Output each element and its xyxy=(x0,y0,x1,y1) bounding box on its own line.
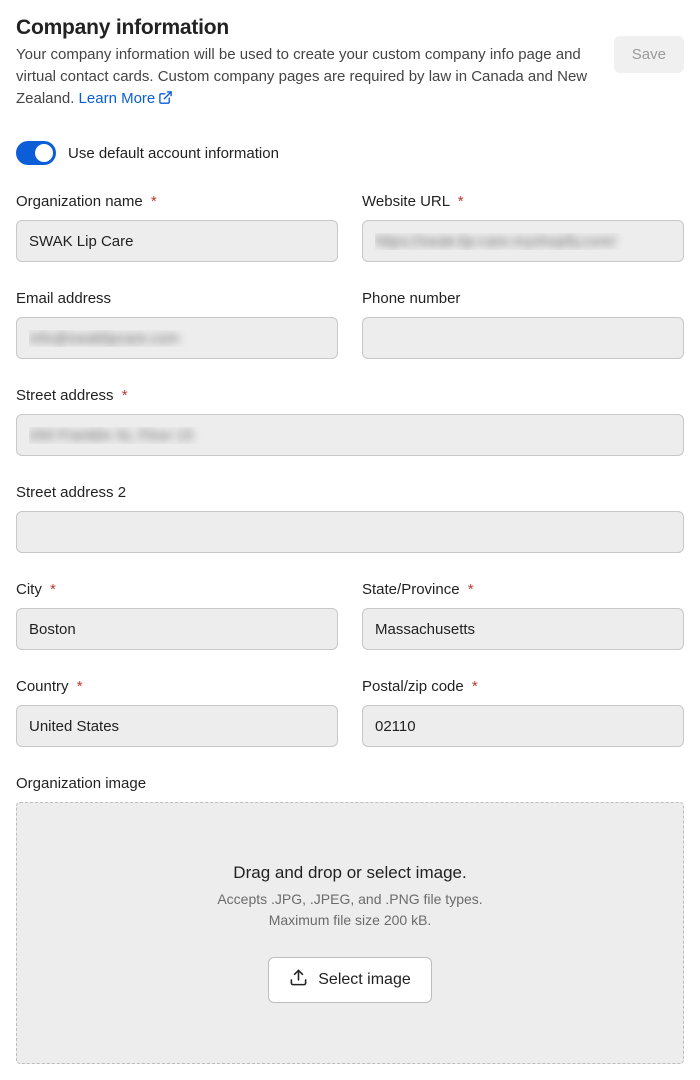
save-button[interactable]: Save xyxy=(614,36,684,73)
required-marker: * xyxy=(122,387,128,404)
label-text: Website URL xyxy=(362,193,450,210)
org-image-dropzone[interactable]: Drag and drop or select image. Accepts .… xyxy=(16,802,684,1064)
street2-label: Street address 2 xyxy=(16,484,684,501)
label-text: Country xyxy=(16,678,69,695)
country-label: Country * xyxy=(16,678,338,695)
phone-label: Phone number xyxy=(362,290,684,307)
required-marker: * xyxy=(50,581,56,598)
page-title: Company information xyxy=(16,16,598,40)
page-subtitle: Your company information will be used to… xyxy=(16,44,598,111)
learn-more-link[interactable]: Learn More xyxy=(79,90,174,107)
label-text: Organization name xyxy=(16,193,143,210)
label-text: State/Province xyxy=(362,581,460,598)
city-label: City * xyxy=(16,581,338,598)
use-default-toggle[interactable] xyxy=(16,141,56,165)
required-marker: * xyxy=(458,193,464,210)
postal-input[interactable] xyxy=(362,705,684,747)
country-input[interactable] xyxy=(16,705,338,747)
required-marker: * xyxy=(468,581,474,598)
label-text: Postal/zip code xyxy=(362,678,464,695)
external-link-icon xyxy=(158,90,173,112)
toggle-knob xyxy=(35,144,53,162)
state-input[interactable] xyxy=(362,608,684,650)
use-default-toggle-label: Use default account information xyxy=(68,145,279,162)
upload-icon xyxy=(289,968,308,992)
required-marker: * xyxy=(77,678,83,695)
phone-input[interactable] xyxy=(362,317,684,359)
org-name-input[interactable] xyxy=(16,220,338,262)
dropzone-accepts: Accepts .JPG, .JPEG, and .PNG file types… xyxy=(37,889,663,910)
select-image-button[interactable]: Select image xyxy=(268,957,432,1003)
select-image-label: Select image xyxy=(318,971,411,989)
org-image-label: Organization image xyxy=(16,775,684,792)
website-label: Website URL * xyxy=(362,193,684,210)
email-label: Email address xyxy=(16,290,338,307)
street1-input[interactable] xyxy=(16,414,684,456)
state-label: State/Province * xyxy=(362,581,684,598)
dropzone-title: Drag and drop or select image. xyxy=(37,863,663,883)
dropzone-maxsize: Maximum file size 200 kB. xyxy=(37,910,663,931)
learn-more-text: Learn More xyxy=(79,90,156,107)
org-name-label: Organization name * xyxy=(16,193,338,210)
street1-label: Street address * xyxy=(16,387,684,404)
required-marker: * xyxy=(472,678,478,695)
required-marker: * xyxy=(151,193,157,210)
label-text: City xyxy=(16,581,42,598)
website-input[interactable] xyxy=(362,220,684,262)
email-input[interactable] xyxy=(16,317,338,359)
city-input[interactable] xyxy=(16,608,338,650)
postal-label: Postal/zip code * xyxy=(362,678,684,695)
street2-input[interactable] xyxy=(16,511,684,553)
label-text: Street address xyxy=(16,387,114,404)
